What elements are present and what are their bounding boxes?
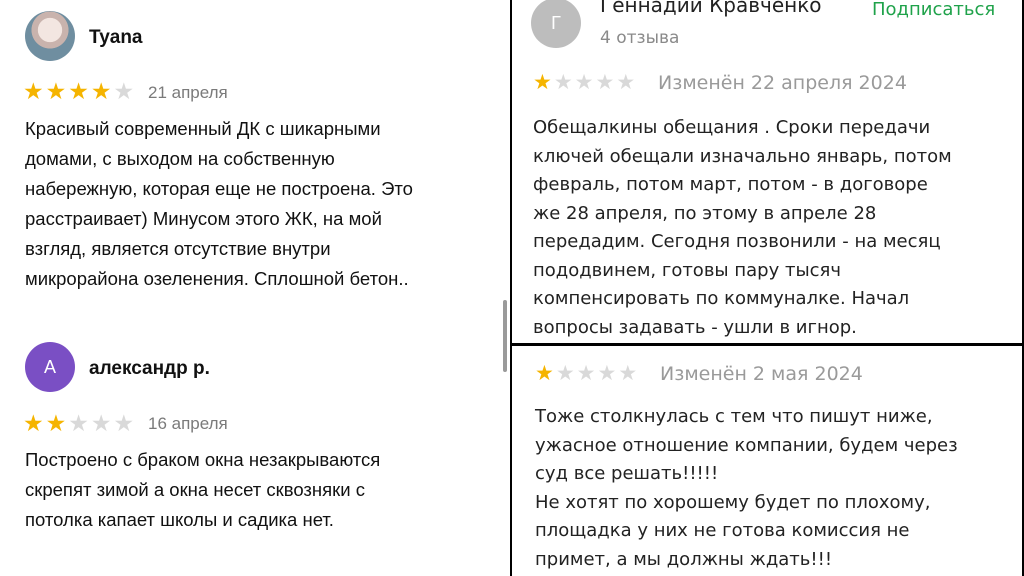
star-empty-icon: ★ [68,410,89,436]
review-author-name[interactable]: Tyana [89,27,143,49]
subscribe-button[interactable]: Подписаться [872,0,995,20]
rating-stars: ★ ★ ★ ★ ★ [535,363,637,384]
star-filled-icon: ★ [45,78,67,104]
star-empty-icon: ★ [616,71,636,94]
star-filled-icon: ★ [533,71,552,94]
review-date: Изменён 2 мая 2024 [660,363,863,385]
right-top-review-panel: Г Геннадий Кравченко Подписаться 4 отзыв… [512,0,1022,343]
star-empty-icon: ★ [618,362,638,385]
reviews-count: 4 отзыва [600,28,680,48]
left-reviews-panel: Tyana ★ ★ ★ ★ ★ 21 апреля Красивый современн… [0,0,510,576]
review-text: Красивый современный ДК с шикарными дома… [25,118,413,289]
star-filled-icon: ★ [45,410,67,436]
star-empty-icon: ★ [553,71,573,94]
rating-stars: ★ ★ ★ ★ ★ [23,80,134,103]
star-filled-icon: ★ [90,78,112,104]
star-empty-icon: ★ [113,410,135,436]
star-empty-icon: ★ [113,78,135,104]
review-text: Тоже столкнулась с тем что пишут ниже, у… [535,406,958,570]
review-author-name[interactable]: александр р. [89,358,210,380]
review-date: 21 апреля [148,83,228,102]
rating-stars: ★ ★ ★ ★ ★ [533,72,635,93]
review-text: Построено с браком окна незакрываются ск… [25,449,381,530]
star-filled-icon: ★ [23,78,44,104]
star-filled-icon: ★ [68,78,89,104]
avatar-gennadiy[interactable]: Г [531,0,581,48]
scrollbar[interactable] [503,300,507,372]
review-date: Изменён 22 апреля 2024 [658,72,907,94]
star-empty-icon: ★ [597,362,617,385]
star-empty-icon: ★ [90,410,112,436]
right-bottom-review-panel: ★ ★ ★ ★ ★ Изменён 2 мая 2024 Тоже столкнулас… [512,346,1022,576]
rating-stars: ★ ★ ★ ★ ★ [23,412,134,435]
star-empty-icon: ★ [555,362,575,385]
avatar-aleksandr[interactable]: А [25,342,75,392]
review-author-name[interactable]: Геннадий Кравченко [600,0,822,17]
star-filled-icon: ★ [23,410,44,436]
star-empty-icon: ★ [595,71,615,94]
review-date: 16 апреля [148,414,228,433]
star-empty-icon: ★ [574,71,594,94]
avatar-tyana[interactable] [25,11,75,61]
star-empty-icon: ★ [576,362,596,385]
review-text: Обещалкины обещания . Сроки передачи клю… [533,117,952,338]
star-filled-icon: ★ [535,362,554,385]
